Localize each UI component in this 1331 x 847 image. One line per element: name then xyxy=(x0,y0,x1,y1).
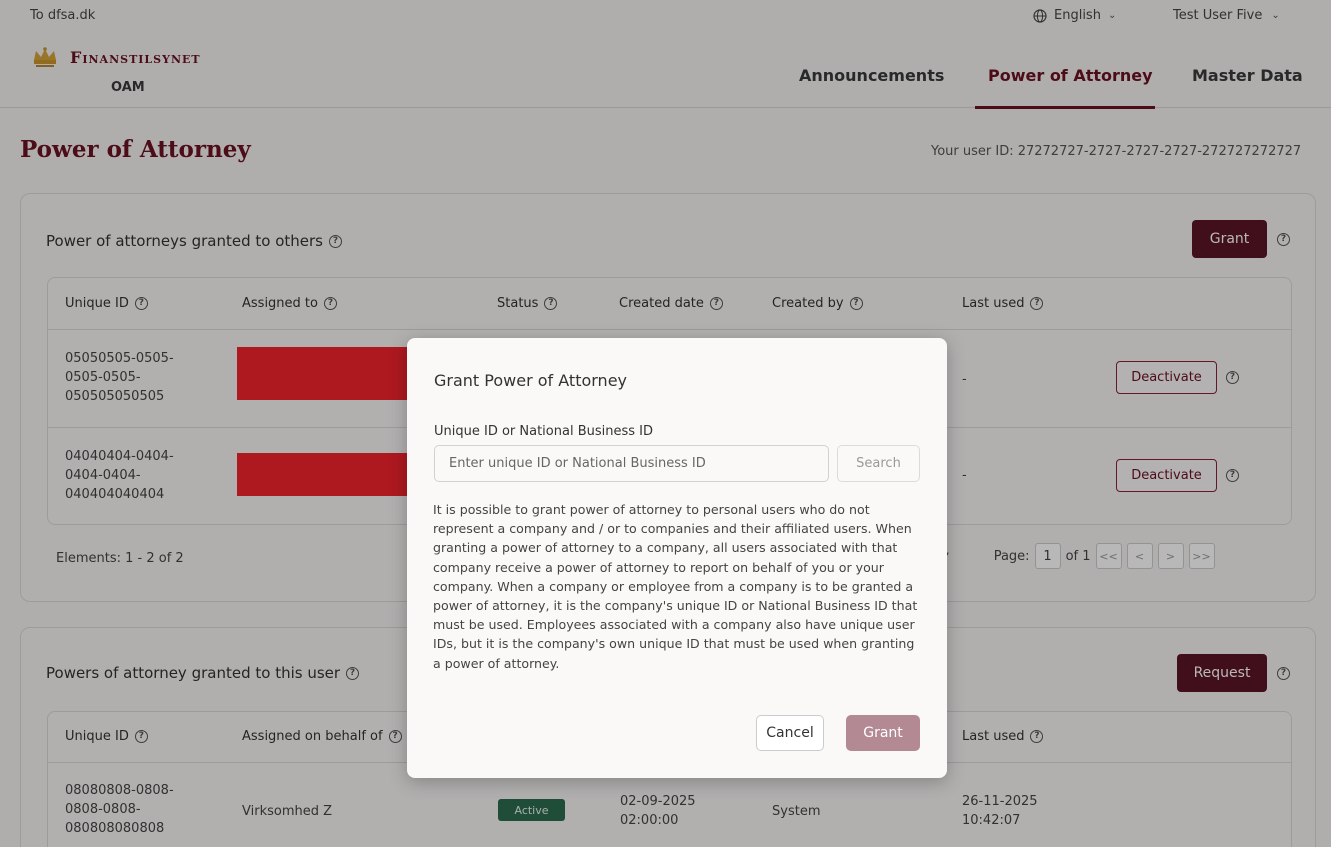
modal-description: It is possible to grant power of attorne… xyxy=(433,502,918,671)
search-button[interactable]: Search xyxy=(837,445,920,482)
cancel-button[interactable]: Cancel xyxy=(756,715,824,751)
modal-title: Grant Power of Attorney xyxy=(434,371,627,390)
unique-id-input[interactable] xyxy=(434,445,829,482)
grant-power-of-attorney-modal: Grant Power of Attorney Unique ID or Nat… xyxy=(407,338,947,778)
unique-id-field-label: Unique ID or National Business ID xyxy=(434,424,654,439)
modal-grant-button[interactable]: Grant xyxy=(846,715,920,751)
